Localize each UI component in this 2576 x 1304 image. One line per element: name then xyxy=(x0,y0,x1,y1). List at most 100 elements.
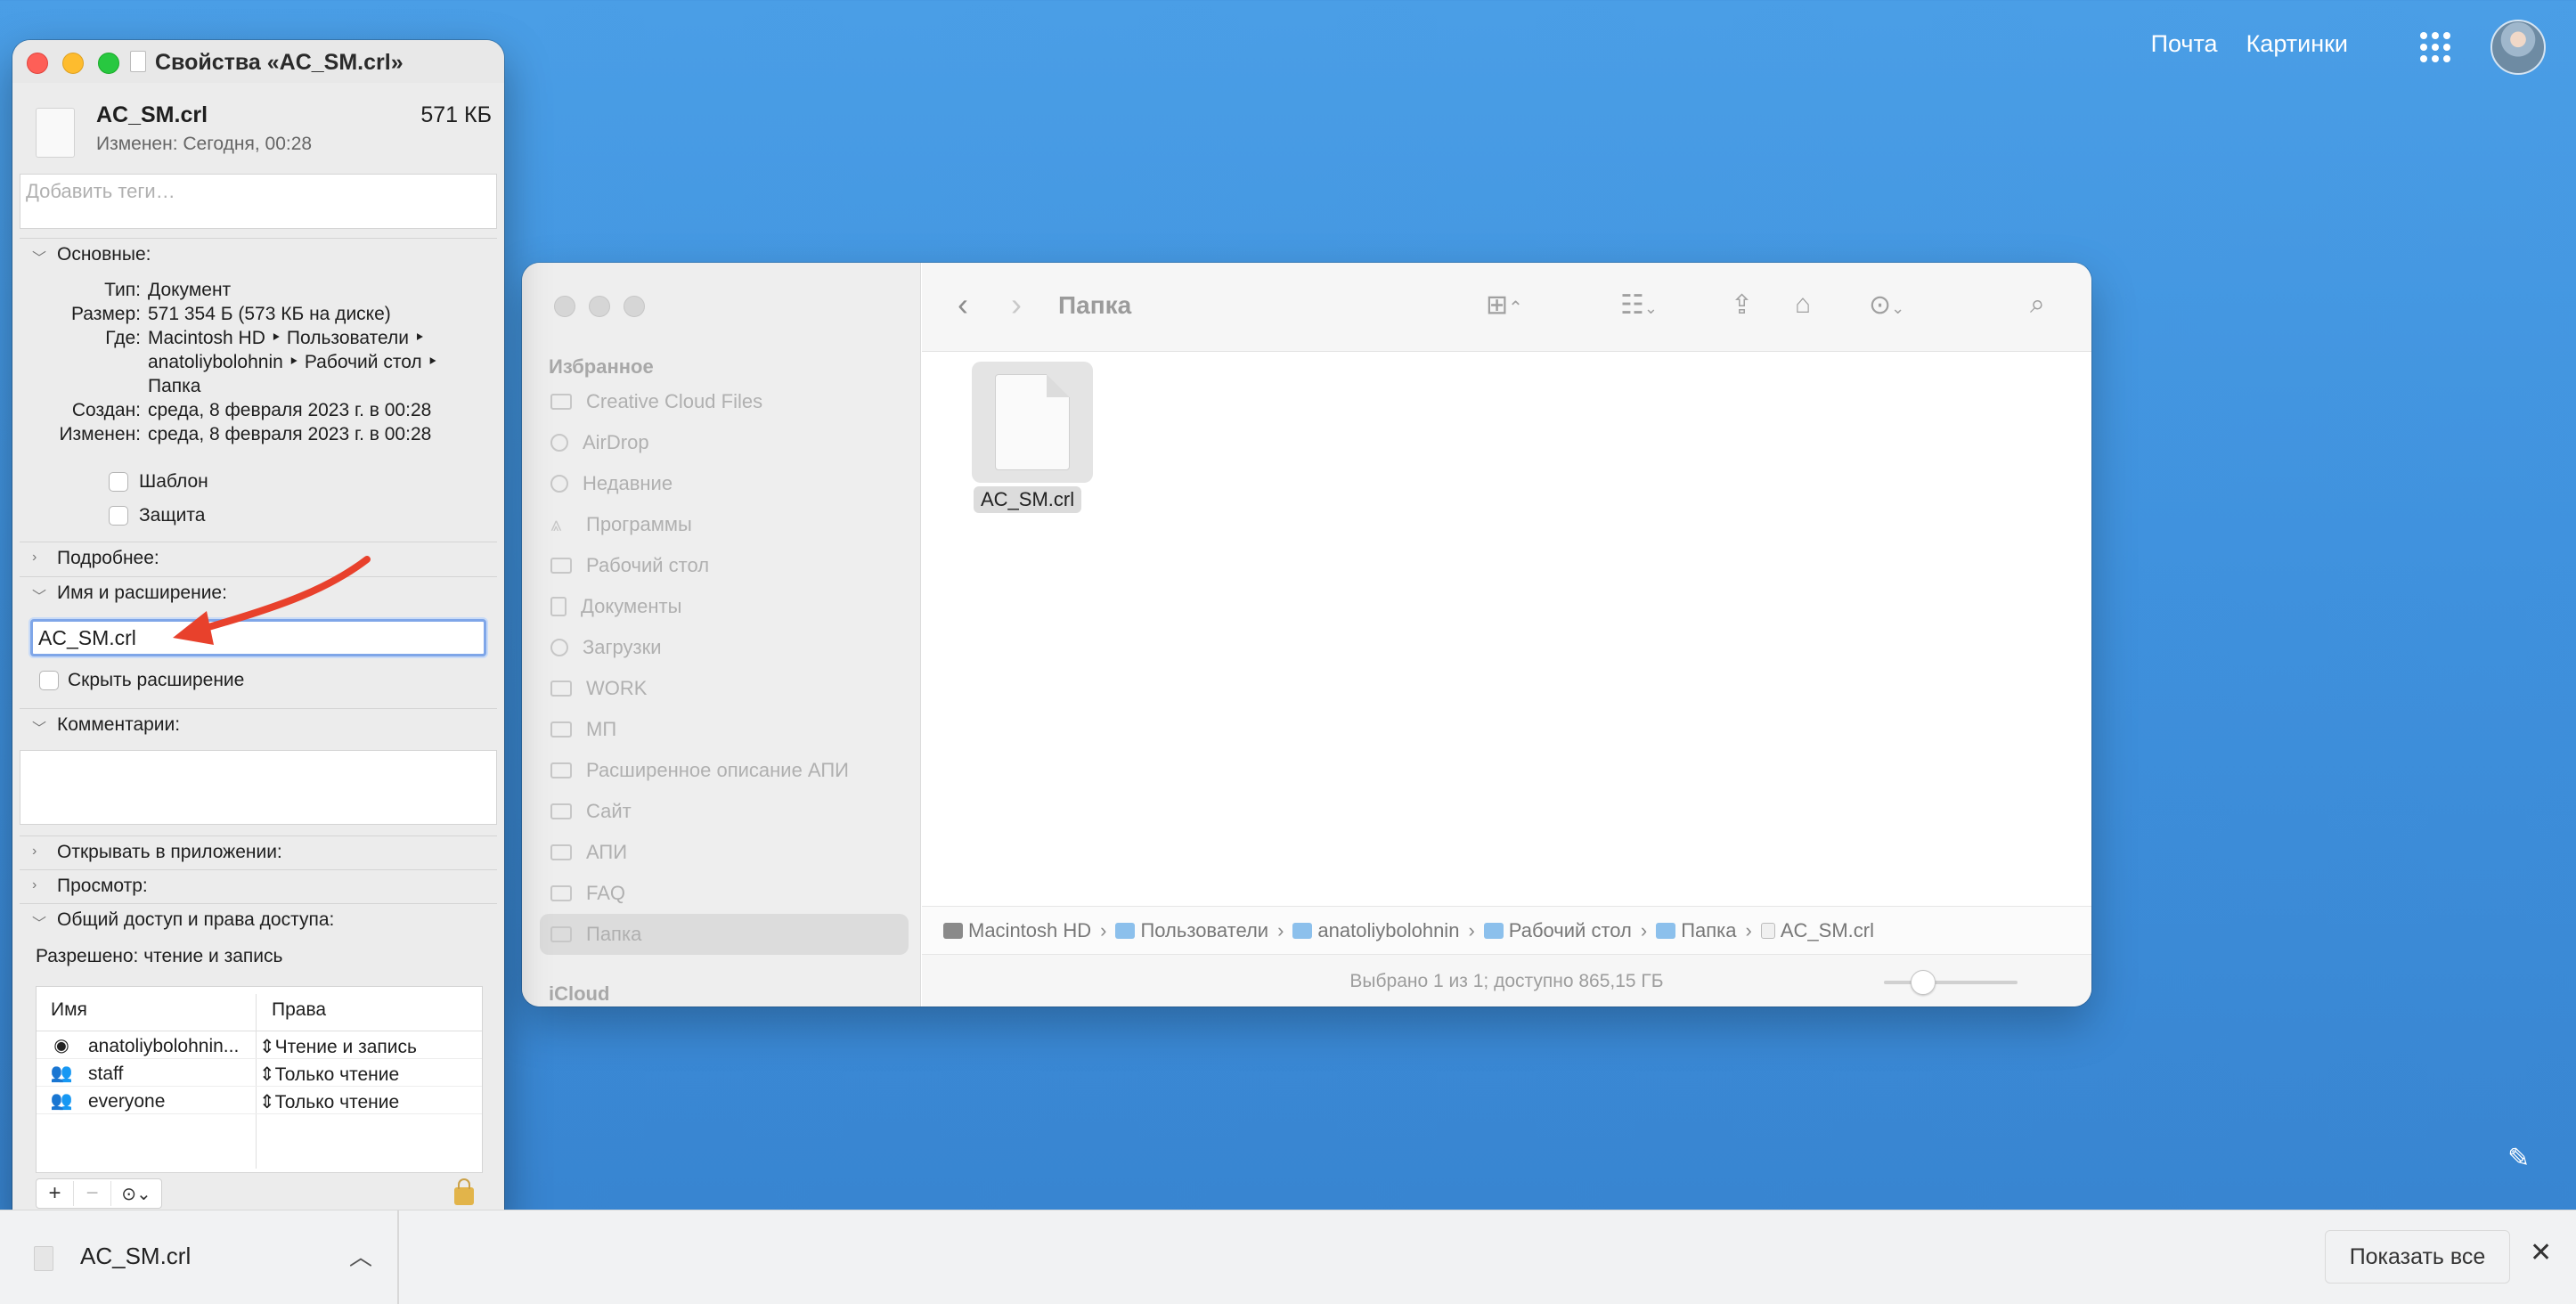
finder-traffic-lights xyxy=(554,296,645,317)
file-size: 571 КБ xyxy=(420,102,492,127)
sidebar-item-downloads[interactable]: Загрузки xyxy=(540,627,909,668)
path-item-desktop[interactable]: Рабочий стол xyxy=(1483,919,1632,942)
sidebar-item-applications[interactable]: ⩓ Программы xyxy=(540,504,909,545)
sidebar-item-label: Программы xyxy=(586,513,692,535)
section-sharing[interactable]: ﹀ Общий доступ и права доступа: xyxy=(20,903,497,937)
file-name[interactable]: AC_SM.crl xyxy=(974,486,1082,513)
sidebar-item-label: Рабочий стол xyxy=(586,554,710,576)
rights-select[interactable]: ⇕Чтение и запись xyxy=(259,1036,417,1058)
sidebar-item-work[interactable]: WORK xyxy=(540,668,909,709)
sidebar-item-label: Creative Cloud Files xyxy=(586,390,763,412)
forward-icon[interactable]: › xyxy=(1011,286,1022,323)
minimize-icon[interactable] xyxy=(62,53,84,74)
sidebar-item-site[interactable]: Сайт xyxy=(540,791,909,832)
table-row[interactable]: 👥 staff ⇕Только чтение xyxy=(37,1059,482,1087)
icon-size-slider[interactable] xyxy=(1884,970,2018,995)
group-icon[interactable]: ☷⌄ xyxy=(1620,289,1658,321)
table-row[interactable]: ◉ anatoliybolohnin... ⇕Чтение и запись xyxy=(37,1031,482,1059)
file-item[interactable] xyxy=(972,362,1093,483)
lock-icon[interactable] xyxy=(454,1178,474,1205)
chevron-right-icon: › xyxy=(32,877,37,892)
add-user-button[interactable]: + xyxy=(37,1181,74,1206)
path-item-file[interactable]: AC_SM.crl xyxy=(1760,919,1874,942)
action-menu-button[interactable]: ⊙⌄ xyxy=(111,1183,161,1205)
zoom-icon[interactable] xyxy=(98,53,119,74)
folder-icon xyxy=(550,762,572,778)
chevron-down-icon: ﹀ xyxy=(32,917,47,932)
path-item-disk[interactable]: Macintosh HD xyxy=(943,919,1091,942)
finder-toolbar: ‹ › Папка ⊞⌃ ☷⌄ ⇪ ⌂ ⊙⌄ ⌕ xyxy=(922,263,2091,352)
table-row[interactable]: 👥 everyone ⇕Только чтение xyxy=(37,1087,482,1114)
close-icon[interactable] xyxy=(554,296,575,317)
section-more-info[interactable]: › Подробнее: xyxy=(20,542,497,575)
more-actions-icon[interactable]: ⊙⌄ xyxy=(1869,289,1904,321)
locked-checkbox[interactable] xyxy=(109,506,128,526)
minimize-icon[interactable] xyxy=(589,296,610,317)
avatar[interactable] xyxy=(2490,20,2546,75)
path-item-folder[interactable]: Папка xyxy=(1656,919,1737,942)
apps-grid-icon[interactable] xyxy=(2420,32,2450,62)
path-item-users[interactable]: Пользователи xyxy=(1115,919,1268,942)
info-title-bar: Свойства «AC_SM.crl» xyxy=(12,40,504,83)
sidebar-item-label: МП xyxy=(586,718,617,740)
sidebar-item-creative-cloud[interactable]: Creative Cloud Files xyxy=(540,381,909,422)
folder-icon xyxy=(550,885,572,901)
template-checkbox[interactable] xyxy=(109,472,128,492)
search-icon[interactable]: ⌕ xyxy=(2030,289,2045,320)
document-icon xyxy=(130,51,146,72)
sidebar-item-papka[interactable]: Папка xyxy=(540,914,909,955)
rights-select[interactable]: ⇕Только чтение xyxy=(259,1091,399,1113)
remove-user-button[interactable]: − xyxy=(74,1181,111,1206)
column-name[interactable]: Имя xyxy=(51,999,87,1021)
section-comments[interactable]: ﹀ Комментарии: xyxy=(20,708,497,742)
sidebar-item-mp[interactable]: МП xyxy=(540,709,909,750)
sidebar-item-api[interactable]: АПИ xyxy=(540,832,909,873)
chevron-up-icon[interactable]: ︿ xyxy=(349,1239,372,1272)
pencil-icon[interactable]: ✎ xyxy=(2507,1143,2538,1173)
sidebar-item-faq[interactable]: FAQ xyxy=(540,873,909,914)
user-icon: ◉ xyxy=(53,1036,69,1055)
finder-window: Избранное Creative Cloud Files AirDrop Н… xyxy=(522,263,2091,1007)
section-name-extension[interactable]: ﹀ Имя и расширение: xyxy=(20,576,497,610)
name-extension-field[interactable]: AC_SM.crl xyxy=(30,619,486,656)
section-preview[interactable]: › Просмотр: xyxy=(20,869,497,903)
share-icon[interactable]: ⇪ xyxy=(1731,289,1753,321)
tag-icon[interactable]: ⌂ xyxy=(1795,289,1811,320)
tags-placeholder: Добавить теги… xyxy=(26,180,175,202)
sidebar-item-desktop[interactable]: Рабочий стол xyxy=(540,545,909,586)
sidebar-item-label: Сайт xyxy=(586,800,632,822)
column-rights[interactable]: Права xyxy=(272,999,326,1021)
hide-extension-label: Скрыть расширение xyxy=(68,670,245,690)
show-all-button[interactable]: Показать все xyxy=(2325,1230,2510,1284)
sidebar-item-label: Загрузки xyxy=(583,636,662,658)
view-grid-icon[interactable]: ⊞⌃ xyxy=(1486,289,1523,321)
sidebar-item-label: АПИ xyxy=(586,841,628,863)
info-title: Свойства «AC_SM.crl» xyxy=(155,50,404,75)
folder-icon xyxy=(550,844,572,860)
tags-field[interactable]: Добавить теги… xyxy=(20,174,497,229)
section-general[interactable]: ﹀ Основные: xyxy=(20,238,497,272)
close-icon[interactable] xyxy=(27,53,48,74)
chevron-down-icon: ﹀ xyxy=(32,590,47,605)
folder-icon xyxy=(550,803,572,819)
sidebar-item-label: Недавние xyxy=(583,472,673,494)
close-icon[interactable]: ✕ xyxy=(2530,1237,2552,1268)
sidebar-item-documents[interactable]: Документы xyxy=(540,586,909,627)
path-item-home[interactable]: anatoliybolohnin xyxy=(1292,919,1459,942)
rights-select[interactable]: ⇕Только чтение xyxy=(259,1064,399,1086)
section-open-with[interactable]: › Открывать в приложении: xyxy=(20,835,497,869)
hide-extension-checkbox[interactable] xyxy=(39,671,59,690)
sidebar-item-recents[interactable]: Недавние xyxy=(540,463,909,504)
slider-knob[interactable] xyxy=(1911,970,1936,995)
download-item[interactable]: AC_SM.crl ︿ xyxy=(0,1210,399,1304)
comments-field[interactable] xyxy=(20,750,497,825)
file-area: AC_SM.crl xyxy=(922,353,2091,905)
folder-icon xyxy=(550,721,572,738)
mail-link[interactable]: Почта xyxy=(2151,30,2218,58)
sidebar-item-airdrop[interactable]: AirDrop xyxy=(540,422,909,463)
images-link[interactable]: Картинки xyxy=(2246,30,2348,58)
back-icon[interactable]: ‹ xyxy=(958,286,968,323)
zoom-icon[interactable] xyxy=(624,296,645,317)
downloads-bar: AC_SM.crl ︿ Показать все ✕ xyxy=(0,1210,2576,1304)
sidebar-item-api-description[interactable]: Расширенное описание АПИ xyxy=(540,750,909,791)
